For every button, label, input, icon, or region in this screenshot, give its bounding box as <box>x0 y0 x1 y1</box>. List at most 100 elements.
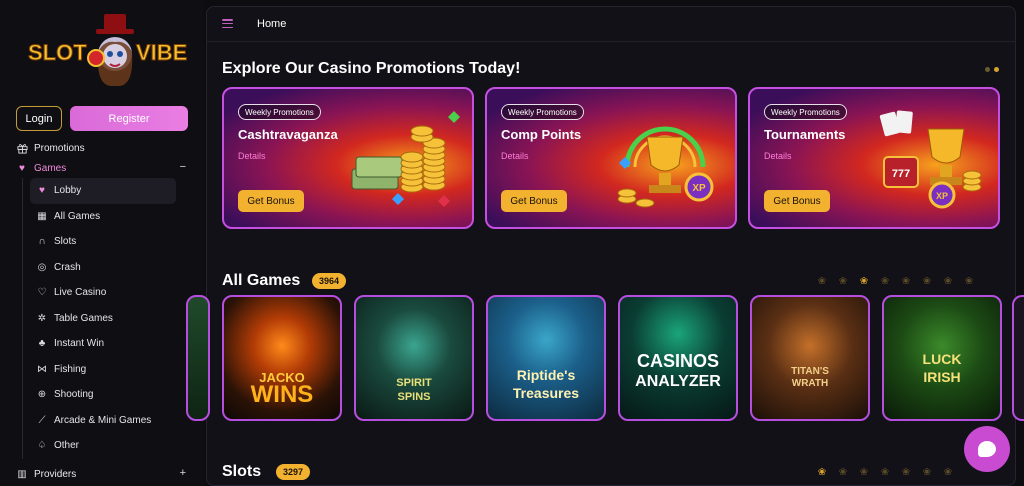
paw-dot-icon[interactable]: ❀ <box>879 275 891 287</box>
sidebar-item-shooting[interactable]: ⊕ Shooting <box>0 382 204 408</box>
svg-text:XP: XP <box>692 183 706 194</box>
paw-dot-icon[interactable]: ❀ <box>900 275 912 287</box>
expand-icon[interactable]: + <box>180 467 186 479</box>
chat-button[interactable] <box>964 426 1010 472</box>
slot-vibe-logo[interactable]: SLOT VIBE <box>26 14 196 92</box>
get-bonus-button[interactable]: Get Bonus <box>764 190 830 212</box>
top-bar: Home <box>206 6 1016 42</box>
paw-dot-active-icon[interactable]: ❀ <box>858 275 870 287</box>
sidebar-item-lobby[interactable]: ♥ Lobby <box>30 178 176 204</box>
get-bonus-button[interactable]: Get Bonus <box>238 190 304 212</box>
promo-title: Tournaments <box>764 127 846 142</box>
get-bonus-button[interactable]: Get Bonus <box>501 190 567 212</box>
game-title-line2: SPINS <box>397 391 431 403</box>
providers-icon: ▥ <box>17 468 27 480</box>
sidebar-item-label: Providers <box>34 468 77 480</box>
arcade-icon: ⟋ <box>38 414 46 426</box>
game-title-line1: LUCK <box>922 351 962 367</box>
svg-text:777: 777 <box>892 168 910 180</box>
paw-dot-icon[interactable]: ❀ <box>879 466 891 478</box>
promo-title: Comp Points <box>501 127 582 142</box>
promo-card-comp-points[interactable]: XP Weekly Promotions Comp Points Details… <box>485 87 737 229</box>
game-tile-luck-of-the-irish[interactable]: LUCK IRISH <box>882 295 1002 421</box>
promo-tag: Weekly Promotions <box>501 104 584 120</box>
sidebar-item-games[interactable]: ♥ Games − <box>0 158 204 178</box>
game-tile-jacko-wins[interactable]: JACKO WINS <box>222 295 342 421</box>
sidebar-item-label: Slots <box>54 236 77 248</box>
sidebar-item-all-games[interactable]: ▦ All Games <box>0 204 204 230</box>
game-tile-partial[interactable] <box>1012 295 1024 421</box>
game-title-line2: WINS <box>250 381 314 408</box>
slots-carousel-dots: ❀ ❀ ❀ ❀ ❀ ❀ ❀ <box>816 466 954 478</box>
promo-details-link[interactable]: Details <box>501 151 529 161</box>
game-title-line1: Riptide's <box>516 367 576 383</box>
hamburger-menu-icon[interactable] <box>222 19 233 28</box>
all-games-carousel-dots: ❀ ❀ ❀ ❀ ❀ ❀ ❀ ❀ <box>816 275 975 287</box>
sidebar-item-instant-win[interactable]: ♣ Instant Win <box>0 331 204 357</box>
svg-text:VIBE: VIBE <box>136 40 187 65</box>
game-tile-riptides-treasures[interactable]: Riptide's Treasures <box>486 295 606 421</box>
sidebar-item-crash[interactable]: ◎ Crash <box>0 255 204 281</box>
submenu-divider <box>22 178 23 459</box>
carousel-dot-active[interactable] <box>994 67 999 72</box>
paw-dot-icon[interactable]: ❀ <box>921 275 933 287</box>
paw-dot-icon[interactable]: ❀ <box>942 466 954 478</box>
promo-card-tournaments[interactable]: 777 XP Weekly Promotions Tournaments Det… <box>748 87 1000 229</box>
all-games-count-badge: 3964 <box>312 273 347 289</box>
slots-count-badge: 3297 <box>276 464 311 480</box>
game-tile-spirit-of-the-spins[interactable]: SPIRIT SPINS <box>354 295 474 421</box>
promo-details-link[interactable]: Details <box>764 151 792 161</box>
sidebar-item-arcade[interactable]: ⟋ Arcade & Mini Games <box>0 408 204 434</box>
sidebar-item-table-games[interactable]: ✲ Table Games <box>0 306 204 332</box>
paw-dot-icon[interactable]: ❀ <box>816 275 828 287</box>
game-tile-titans-wrath[interactable]: TITAN'S WRATH <box>750 295 870 421</box>
promo-details-link[interactable]: Details <box>238 151 266 161</box>
paw-dot-icon[interactable]: ❀ <box>858 466 870 478</box>
sidebar: SLOT VIBE Login Register Promotions ♥ Ga… <box>0 0 204 486</box>
table-games-icon: ✲ <box>37 312 47 324</box>
sidebar-item-label: Promotions <box>34 142 85 154</box>
paw-dot-icon[interactable]: ❀ <box>837 275 849 287</box>
gift-icon <box>16 142 28 154</box>
game-title-line1: CASINOS <box>636 351 719 371</box>
game-title-line2: Treasures <box>512 385 580 401</box>
game-tile-casinos-analyzer[interactable]: CASINOS ANALYZER <box>618 295 738 421</box>
shooting-icon: ⊕ <box>37 389 47 401</box>
live-casino-icon: ♡ <box>37 287 47 299</box>
slots-heading: Slots <box>222 463 262 480</box>
sidebar-item-slots[interactable]: ∩ Slots <box>0 229 204 255</box>
slots-icon: ∩ <box>38 236 46 248</box>
game-tile-partial[interactable] <box>186 295 210 421</box>
paw-dot-icon[interactable]: ❀ <box>900 466 912 478</box>
paw-dot-active-icon[interactable]: ❀ <box>816 466 828 478</box>
promo-title: Cashtravaganza <box>238 127 338 142</box>
promotions-heading: Explore Our Casino Promotions Today! <box>222 60 521 77</box>
promo-card-cashtravaganza[interactable]: Weekly Promotions Cashtravaganza Details… <box>222 87 474 229</box>
collapse-icon[interactable]: − <box>180 161 186 173</box>
trophy-image: XP <box>617 126 714 208</box>
games-submenu: ♥ Lobby ▦ All Games ∩ Slots ◎ Crash ♡ Li… <box>0 178 204 459</box>
sidebar-item-other[interactable]: ♤ Other <box>0 433 204 459</box>
sidebar-item-label: Live Casino <box>54 287 107 299</box>
sidebar-item-label: Other <box>54 440 80 452</box>
sidebar-item-label: Crash <box>54 261 81 273</box>
login-button[interactable]: Login <box>16 106 62 131</box>
promo-carousel-dots <box>985 67 999 72</box>
game-title-line2: IRISH <box>923 369 961 385</box>
paw-dot-icon[interactable]: ❀ <box>837 466 849 478</box>
sidebar-item-providers[interactable]: ▥ Providers + <box>0 464 204 484</box>
promo-tag: Weekly Promotions <box>238 104 321 120</box>
sidebar-item-fishing[interactable]: ⋈ Fishing <box>0 357 204 383</box>
paw-dot-icon[interactable]: ❀ <box>942 275 954 287</box>
svg-text:XP: XP <box>936 191 948 201</box>
register-button[interactable]: Register <box>70 106 188 131</box>
paw-dot-icon[interactable]: ❀ <box>963 275 975 287</box>
all-games-heading: All Games <box>222 272 301 289</box>
sidebar-item-label: Table Games <box>54 312 113 324</box>
svg-text:SLOT: SLOT <box>28 40 87 65</box>
paw-dot-icon[interactable]: ❀ <box>921 466 933 478</box>
carousel-dot[interactable] <box>985 67 990 72</box>
game-title-line2: ANALYZER <box>635 373 721 390</box>
sidebar-item-promotions[interactable]: Promotions <box>0 138 204 158</box>
sidebar-item-live-casino[interactable]: ♡ Live Casino <box>0 280 204 306</box>
